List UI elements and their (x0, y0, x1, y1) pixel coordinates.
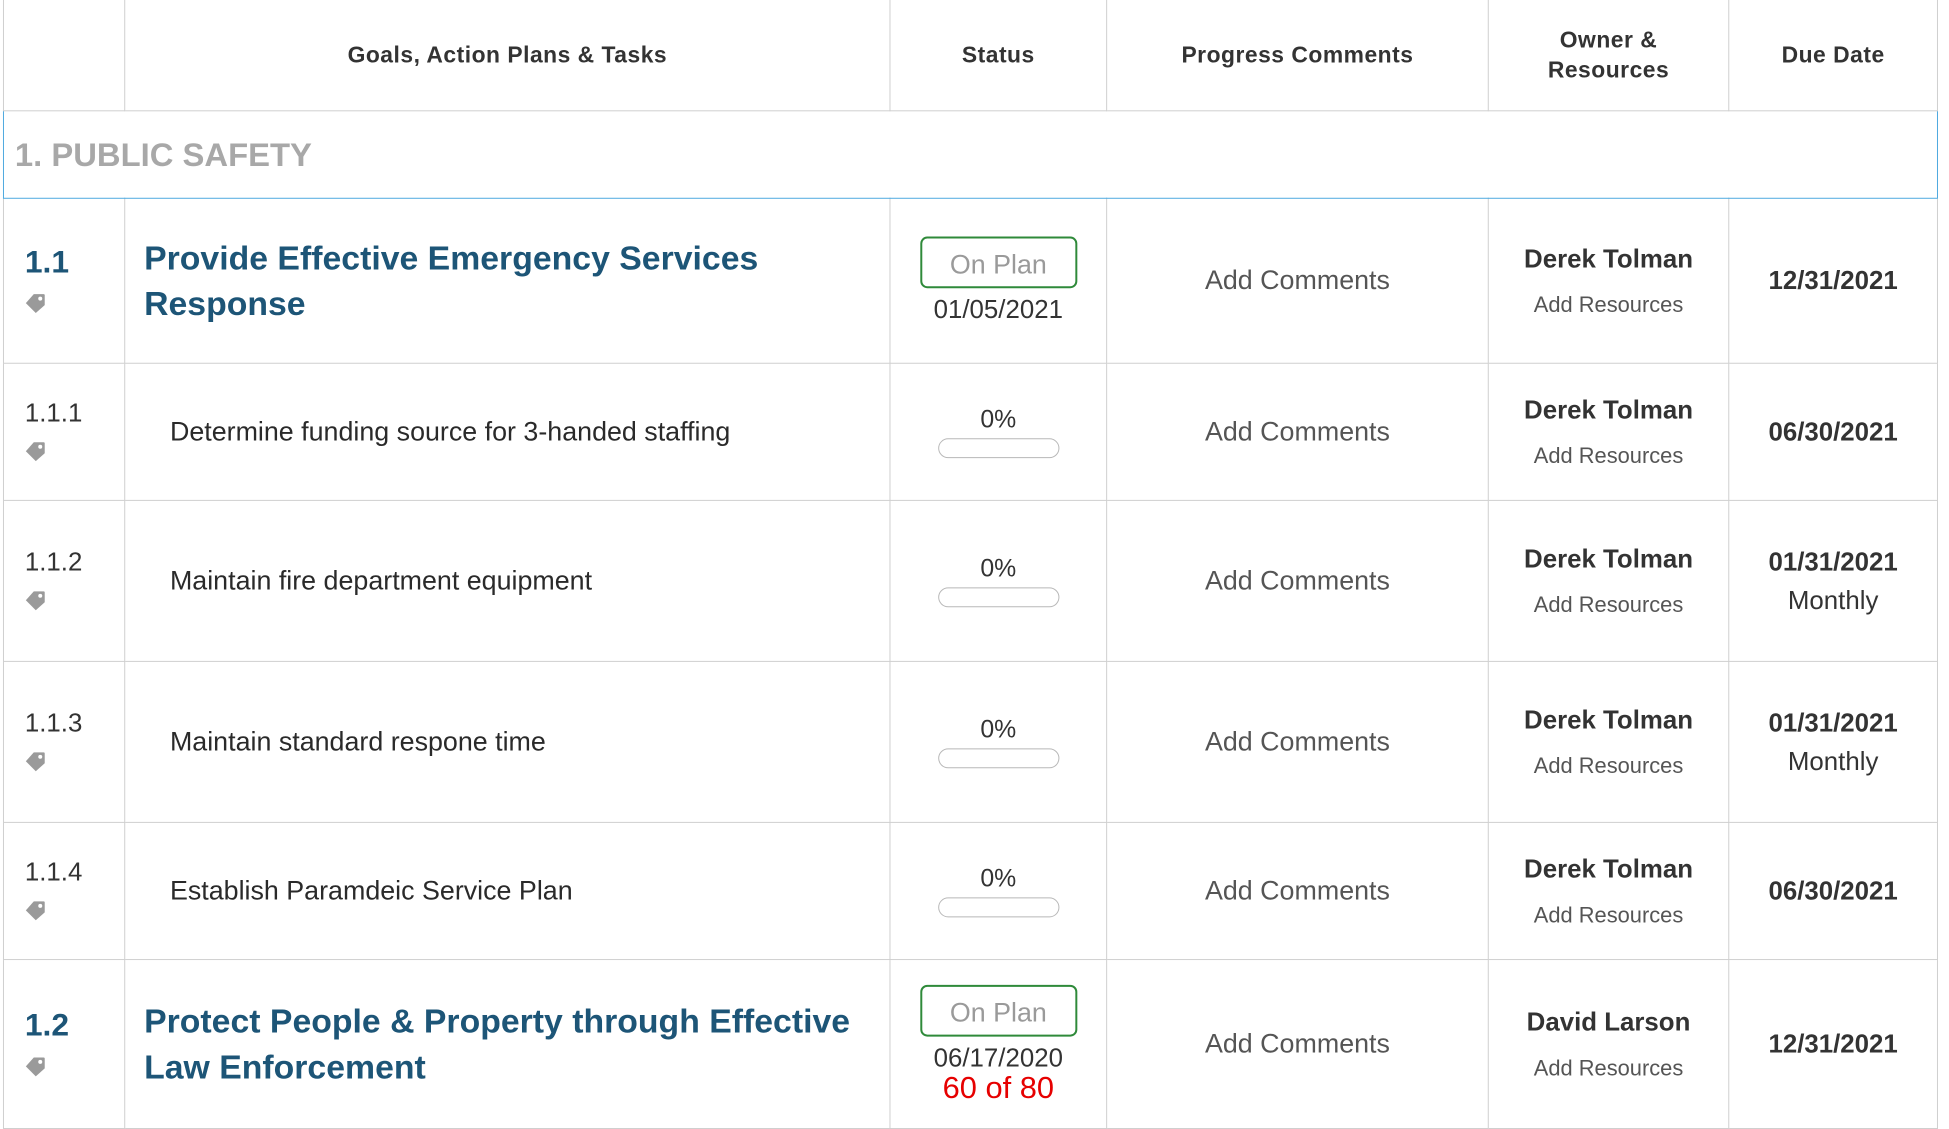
progress-bar[interactable] (937, 748, 1059, 769)
status-date: 01/05/2021 (933, 294, 1063, 324)
owner-name[interactable]: Derek Tolman (1489, 544, 1729, 575)
tag-icon[interactable] (25, 440, 47, 462)
owner-cell: Derek Tolman Add Resources (1487, 499, 1730, 662)
row-number-cell: 1.1 (2, 197, 126, 364)
due-frequency: Monthly (1787, 745, 1879, 776)
section-row[interactable]: 1. PUBLIC SAFETY (2, 110, 1938, 199)
goal-row[interactable]: 1.2 Protect People & Property through Ef… (2, 959, 1938, 1129)
due-date[interactable]: 06/30/2021 (1728, 821, 1938, 961)
add-resources-link[interactable]: Add Resources (1489, 902, 1729, 928)
status-date: 06/17/2020 (933, 1042, 1063, 1073)
add-resources-link[interactable]: Add Resources (1489, 292, 1729, 318)
add-resources-link[interactable]: Add Resources (1489, 1055, 1729, 1081)
owner-cell: Derek Tolman Add Resources (1487, 362, 1730, 501)
task-row[interactable]: 1.1.2 Maintain fire department equipment… (2, 499, 1938, 662)
tag-icon[interactable] (25, 750, 47, 772)
header-owner: Owner & Resources (1487, 0, 1730, 112)
goal-row[interactable]: 1.1 Provide Effective Emergency Services… (2, 197, 1938, 364)
section-title[interactable]: 1. PUBLIC SAFETY (2, 110, 1938, 199)
progress-percent: 0% (980, 864, 1017, 893)
owner-name[interactable]: David Larson (1489, 1007, 1729, 1038)
tag-icon[interactable] (25, 1055, 47, 1077)
owner-cell: Derek Tolman Add Resources (1487, 821, 1730, 961)
row-number-cell: 1.1.3 (2, 660, 126, 823)
due-date[interactable]: 12/31/2021 (1728, 959, 1938, 1129)
goal-title[interactable]: Protect People & Property through Effect… (124, 959, 891, 1129)
progress-percent: 0% (980, 405, 1017, 434)
due-frequency: Monthly (1787, 584, 1879, 615)
status-badge[interactable]: On Plan (919, 984, 1077, 1037)
status-cell: On Plan 06/17/2020 60 of 80 (889, 959, 1108, 1129)
owner-name[interactable]: Derek Tolman (1489, 705, 1729, 736)
owner-cell: David Larson Add Resources (1487, 959, 1730, 1129)
header-owner-line2: Resources (1547, 56, 1670, 83)
add-comments-link[interactable]: Add Comments (1106, 959, 1489, 1129)
header-status: Status (889, 0, 1108, 112)
header-owner-line1: Owner & (1559, 26, 1658, 53)
due-cell: 01/31/2021 Monthly (1728, 660, 1938, 823)
row-number: 1.1.4 (24, 856, 83, 887)
progress-bar[interactable] (937, 897, 1059, 918)
progress-percent: 0% (980, 554, 1017, 583)
progress-bar[interactable] (937, 438, 1059, 459)
task-title[interactable]: Maintain fire department equipment (124, 499, 891, 662)
task-row[interactable]: 1.1.4 Establish Paramdeic Service Plan 0… (2, 821, 1938, 961)
add-comments-link[interactable]: Add Comments (1106, 197, 1489, 364)
goal-title[interactable]: Provide Effective Emergency Services Res… (124, 197, 891, 364)
row-number-cell: 1.1.2 (2, 499, 126, 662)
header-row: Goals, Action Plans & Tasks Status Progr… (2, 0, 1938, 112)
row-number: 1.2 (24, 1006, 70, 1043)
add-comments-link[interactable]: Add Comments (1106, 660, 1489, 823)
add-resources-link[interactable]: Add Resources (1489, 753, 1729, 779)
owner-name[interactable]: Derek Tolman (1489, 395, 1729, 426)
due-date[interactable]: 12/31/2021 (1728, 197, 1938, 364)
row-number-cell: 1.1.4 (2, 821, 126, 961)
tag-icon[interactable] (25, 292, 47, 314)
owner-cell: Derek Tolman Add Resources (1487, 197, 1730, 364)
due-cell: 01/31/2021 Monthly (1728, 499, 1938, 662)
progress-bar[interactable] (937, 587, 1059, 608)
progress-cell: 0% (889, 821, 1108, 961)
task-title[interactable]: Establish Paramdeic Service Plan (124, 821, 891, 961)
task-title[interactable]: Maintain standard respone time (124, 660, 891, 823)
tag-icon[interactable] (25, 899, 47, 921)
header-due: Due Date (1728, 0, 1938, 112)
due-date[interactable]: 01/31/2021 (1729, 546, 1937, 577)
task-row[interactable]: 1.1.1 Determine funding source for 3-han… (2, 362, 1938, 501)
owner-name[interactable]: Derek Tolman (1489, 243, 1729, 274)
owner-cell: Derek Tolman Add Resources (1487, 660, 1730, 823)
header-comments: Progress Comments (1106, 0, 1489, 112)
row-number-cell: 1.2 (2, 959, 126, 1129)
plan-table: Goals, Action Plans & Tasks Status Progr… (2, 0, 1938, 1129)
add-resources-link[interactable]: Add Resources (1489, 592, 1729, 618)
add-comments-link[interactable]: Add Comments (1106, 499, 1489, 662)
add-comments-link[interactable]: Add Comments (1106, 821, 1489, 961)
owner-name[interactable]: Derek Tolman (1489, 854, 1729, 885)
progress-percent: 0% (980, 715, 1017, 744)
due-date[interactable]: 01/31/2021 (1729, 707, 1937, 738)
progress-cell: 0% (889, 499, 1108, 662)
add-resources-link[interactable]: Add Resources (1489, 443, 1729, 469)
header-goals: Goals, Action Plans & Tasks (124, 0, 891, 112)
add-comments-link[interactable]: Add Comments (1106, 362, 1489, 501)
row-number-cell: 1.1.1 (2, 362, 126, 501)
row-number: 1.1.2 (24, 546, 83, 576)
row-number: 1.1.3 (24, 707, 83, 737)
row-number: 1.1 (24, 242, 70, 279)
progress-cell: 0% (889, 660, 1108, 823)
page-counter: 60 of 80 (942, 1070, 1054, 1106)
task-row[interactable]: 1.1.3 Maintain standard respone time 0% … (2, 660, 1938, 823)
progress-cell: 0% (889, 362, 1108, 501)
due-date[interactable]: 06/30/2021 (1728, 362, 1938, 501)
header-number (2, 0, 126, 112)
status-badge[interactable]: On Plan (919, 236, 1077, 289)
tag-icon[interactable] (25, 589, 47, 611)
task-title[interactable]: Determine funding source for 3-handed st… (124, 362, 891, 501)
status-cell: On Plan 01/05/2021 (889, 197, 1108, 364)
row-number: 1.1.1 (24, 397, 83, 427)
